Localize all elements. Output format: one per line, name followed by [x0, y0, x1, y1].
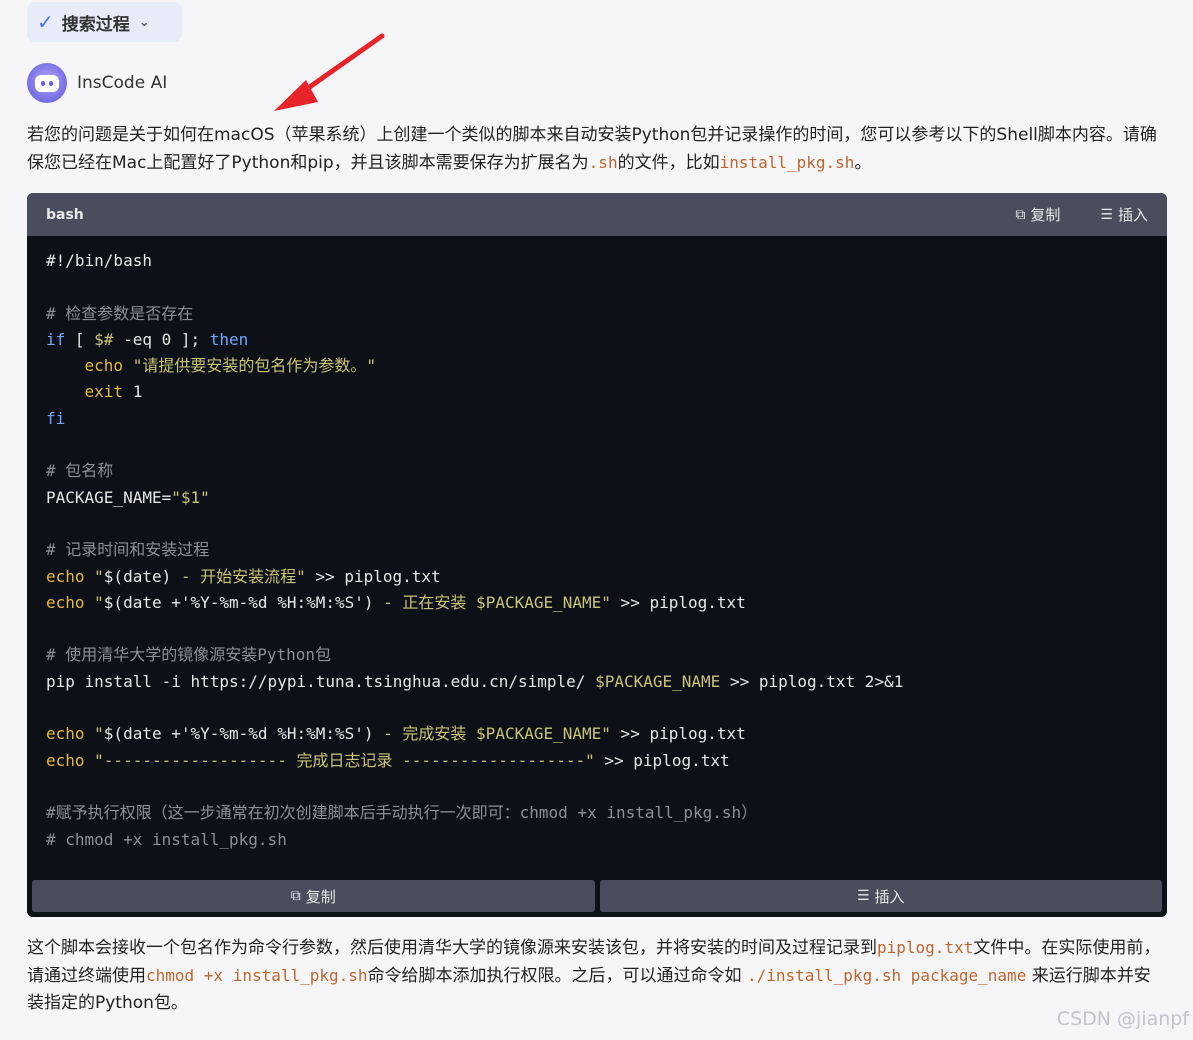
code-line: # 记录时间和安装过程: [46, 540, 210, 560]
code-line: # 包名称: [46, 461, 114, 481]
code-line: PACKAGE_NAME="$1": [46, 487, 210, 507]
code-line: echo "请提供要安装的包名作为参数。": [46, 356, 376, 376]
code-line: echo "$(date) - 开始安装流程" >> piplog.txt: [46, 566, 441, 586]
code-block-header: bash ⧉ 复制 ☰ 插入: [27, 193, 1167, 236]
code-line: if [ $# -eq 0 ]; then: [46, 329, 249, 349]
footer-copy-button[interactable]: ⧉ 复制: [32, 880, 595, 912]
code-block-footer: ⧉ 复制 ☰ 插入: [32, 880, 1162, 912]
inline-code: piplog.txt: [877, 938, 974, 957]
code-line: fi: [46, 408, 66, 428]
code-line: exit 1: [46, 382, 143, 402]
bot-name: InsCode AI: [77, 73, 168, 93]
inline-code: chmod +x install_pkg.sh: [146, 966, 368, 985]
explanation-paragraph: 这个脚本会接收一个包名作为命令行参数，然后使用清华大学的镜像源来安装该包，并将安…: [27, 938, 1161, 1013]
search-process-label: 搜索过程: [61, 14, 130, 35]
code-block: bash ⧉ 复制 ☰ 插入 #!/bin/bash # 检查参数是否存在 if […: [27, 193, 1167, 917]
code-line: echo "$(date +'%Y-%m-%d %H:%M:%S') - 正在安…: [46, 592, 746, 612]
watermark: CSDN @jianpf: [1056, 1008, 1189, 1030]
inline-code: .sh: [588, 153, 618, 172]
inline-code: install_pkg.sh: [719, 153, 855, 172]
check-icon: ✓: [37, 10, 54, 34]
copy-icon: ⧉: [290, 888, 301, 904]
footer-insert-button[interactable]: ☰ 插入: [599, 880, 1162, 912]
code-language: bash: [46, 206, 84, 223]
code-line: #!/bin/bash: [46, 251, 152, 270]
insert-icon: ☰: [1100, 206, 1113, 223]
intro-paragraph: 若您的问题是关于如何在macOS（苹果系统）上创建一个类似的脚本来自动安装Pyt…: [27, 125, 1157, 173]
red-arrow-annotation: [274, 33, 385, 111]
code-content: #!/bin/bash # 检查参数是否存在 if [ $# -eq 0 ]; …: [27, 236, 1167, 853]
code-line: echo "------------------- 完成日志记录 -------…: [46, 750, 730, 770]
copy-button[interactable]: ⧉ 复制: [1015, 204, 1060, 225]
code-line: # chmod +x install_pkg.sh: [46, 829, 287, 849]
code-line: pip install -i https://pypi.tuna.tsinghu…: [46, 671, 904, 691]
chevron-down-icon: ⌄: [138, 14, 150, 30]
inline-code: ./install_pkg.sh package_name: [746, 966, 1027, 985]
code-line: # 使用清华大学的镜像源安装Python包: [46, 645, 332, 665]
copy-icon: ⧉: [1015, 206, 1026, 223]
search-process-toggle[interactable]: ✓ 搜索过程 ⌄: [27, 2, 182, 42]
insert-icon: ☰: [856, 888, 870, 904]
code-line: echo "$(date +'%Y-%m-%d %H:%M:%S') - 完成安…: [46, 724, 746, 744]
insert-button[interactable]: ☰ 插入: [1100, 204, 1148, 225]
bot-header: InsCode AI: [27, 63, 167, 103]
code-line: # 检查参数是否存在: [46, 303, 194, 323]
bot-avatar-icon: [27, 63, 67, 103]
code-line: #赋予执行权限（这一步通常在初次创建脚本后手动执行一次即可：chmod +x i…: [46, 803, 758, 823]
